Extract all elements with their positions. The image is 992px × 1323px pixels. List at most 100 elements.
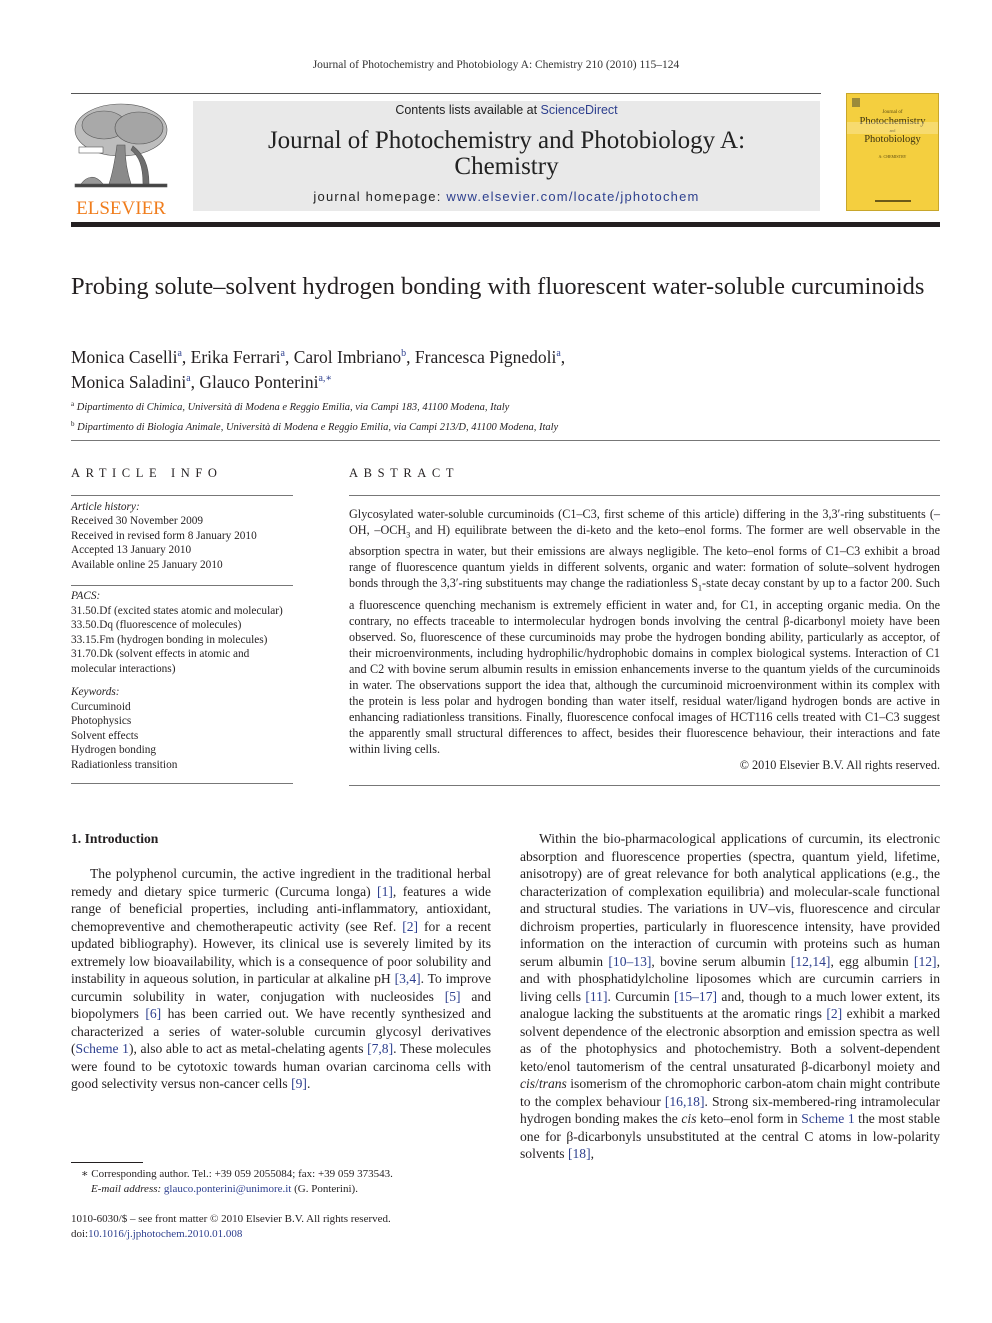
body-text: . Curcumin — [607, 988, 675, 1004]
cover-publisher-icon — [852, 98, 860, 107]
citation-link[interactable]: [12] — [914, 954, 937, 969]
citation-link[interactable]: [16,18] — [665, 1094, 705, 1109]
citation-link[interactable]: [2] — [826, 1006, 842, 1021]
elsevier-logo[interactable]: ELSEVIER — [69, 100, 173, 219]
journal-cover-image[interactable]: Journal of Photochemistry and Photobiolo… — [846, 93, 939, 211]
author[interactable]: Francesca Pignedolia — [415, 347, 561, 367]
keywords-list: Keywords: Curcuminoid Photophysics Solve… — [71, 685, 293, 772]
homepage-link[interactable]: www.elsevier.com/locate/jphotochem — [446, 189, 699, 204]
affiliations: a Dipartimento di Chimica, Università di… — [71, 396, 931, 436]
article-info-heading: ARTICLE INFO — [71, 466, 223, 480]
body-text: keto–enol form in — [696, 1111, 802, 1126]
citation-link[interactable]: Scheme 1 — [801, 1111, 854, 1126]
affiliation-text: Dipartimento di Biologia Animale, Univer… — [77, 422, 559, 433]
author-name: Carol Imbriano — [293, 347, 402, 367]
citation-link[interactable]: [9] — [291, 1076, 307, 1091]
citation-link[interactable]: [2] — [402, 919, 418, 934]
body-text: Within the bio-pharmacological applicati… — [520, 831, 940, 969]
body-column-left: 1. Introduction The polyphenol curcumin,… — [71, 830, 491, 1093]
pacs-item: 31.50.Df (excited states atomic and mole… — [71, 604, 283, 617]
masthead-rule — [71, 222, 940, 227]
affiliation: b Dipartimento di Biologia Animale, Univ… — [71, 416, 931, 436]
elsevier-tree-icon — [74, 103, 168, 188]
keyword: Hydrogen bonding — [71, 744, 157, 756]
affiliation-mark: b — [71, 420, 75, 428]
email-link[interactable]: glauco.ponterini@unimore.it — [164, 1183, 291, 1195]
section-heading-introduction: 1. Introduction — [71, 831, 159, 846]
keyword: Photophysics — [71, 715, 132, 727]
body-text: ), also able to act as metal-chelating a… — [128, 1041, 368, 1056]
pacs-item: 31.70.Dk (solvent effects in atomic and … — [71, 648, 250, 675]
article-info: ARTICLE INFO Article history: Received 3… — [71, 466, 293, 784]
doi-link[interactable]: 10.1016/j.jphotochem.2010.01.008 — [88, 1228, 242, 1240]
pacs-title: PACS: — [71, 590, 101, 602]
info-rule — [71, 585, 293, 586]
italic-text: trans — [538, 1076, 567, 1091]
body-text: , egg albumin — [830, 953, 914, 969]
abstract-rule — [349, 495, 940, 496]
separator: , — [284, 347, 294, 367]
body-text: , — [590, 1146, 595, 1161]
keywords-title: Keywords: — [71, 686, 120, 698]
author[interactable]: Carol Imbrianob — [294, 347, 406, 367]
citation-link[interactable]: [3,4] — [395, 971, 421, 986]
body-text: , bovine serum albumin — [651, 953, 791, 969]
email-label: E-mail address: — [91, 1183, 162, 1195]
info-rule — [71, 783, 293, 784]
citation-link[interactable]: [7,8] — [367, 1041, 393, 1056]
abstract-text: Glycosylated water-soluble curcuminoids … — [349, 506, 940, 757]
author-list: Monica Casellia, Erika Ferraria, Carol I… — [71, 343, 931, 393]
author[interactable]: Glauco Ponterinia,∗ — [199, 372, 332, 392]
contents-prefix: Contents lists available at — [395, 103, 541, 117]
history-title: Article history: — [71, 500, 140, 513]
corresponding-text: Corresponding author. Tel.: +39 059 2055… — [88, 1168, 393, 1180]
author-name: Francesca Pignedoli — [414, 347, 557, 367]
author[interactable]: Monica Saladinia — [71, 372, 191, 392]
article-title: Probing solute–solvent hydrogen bonding … — [71, 273, 925, 300]
citation-link[interactable]: [5] — [445, 989, 461, 1004]
affiliation: a Dipartimento di Chimica, Università di… — [71, 396, 931, 416]
author-name: Monica Saladini — [71, 372, 187, 392]
author[interactable]: Erika Ferraria — [191, 347, 285, 367]
citation-link[interactable]: Scheme 1 — [76, 1041, 129, 1056]
intro-paragraph: The polyphenol curcumin, the active ingr… — [71, 865, 491, 1093]
citation-link[interactable]: [18] — [568, 1146, 591, 1161]
journal-banner: Contents lists available at ScienceDirec… — [193, 101, 820, 211]
body-text: . — [306, 1076, 311, 1091]
abstract: ABSTRACT Glycosylated water-soluble curc… — [349, 466, 940, 786]
separator: , — [560, 347, 566, 367]
citation-link[interactable]: [12,14] — [791, 954, 831, 969]
affiliation-mark[interactable]: a,∗ — [318, 373, 332, 384]
keyword: Solvent effects — [71, 729, 139, 742]
history-item: Available online 25 January 2010 — [71, 558, 223, 571]
contents-line: Contents lists available at ScienceDirec… — [193, 103, 820, 117]
cover-footer-bar — [875, 200, 911, 202]
author-name: Monica Caselli — [71, 347, 178, 367]
journal-title: Journal of Photochemistry and Photobiolo… — [193, 128, 820, 180]
abstract-text-part: -state decay constant by up to a factor … — [349, 576, 941, 756]
email-suffix: (G. Ponterini). — [291, 1183, 358, 1195]
journal-title-line1: Journal of Photochemistry and Photobiolo… — [267, 127, 746, 154]
author[interactable]: Monica Casellia — [71, 347, 182, 367]
affiliation-mark: a — [71, 400, 75, 408]
sciencedirect-link[interactable]: ScienceDirect — [541, 103, 618, 117]
citation-link[interactable]: [10–13] — [608, 954, 651, 969]
author-name: Erika Ferrari — [190, 347, 281, 367]
info-rule — [71, 494, 293, 496]
italic-text: cis — [681, 1111, 697, 1126]
homepage-prefix: journal homepage: — [313, 189, 447, 204]
intro-paragraph: Within the bio-pharmacological applicati… — [520, 830, 940, 1163]
footnote-rule — [71, 1162, 143, 1163]
history-item: Received in revised form 8 January 2010 — [71, 529, 257, 542]
citation-link[interactable]: [1] — [377, 884, 393, 899]
keyword: Curcuminoid — [71, 700, 131, 713]
citation-link[interactable]: [15–17] — [674, 989, 717, 1004]
citation-link[interactable]: [6] — [145, 1006, 161, 1021]
issn-line: 1010-6030/$ – see front matter © 2010 El… — [71, 1213, 391, 1225]
cover-band — [847, 122, 938, 134]
journal-title-line2: Chemistry — [454, 153, 559, 180]
pacs-item: 33.15.Fm (hydrogen bonding in molecules) — [71, 633, 268, 646]
header-rule — [71, 93, 821, 94]
abstract-copyright: © 2010 Elsevier B.V. All rights reserved… — [739, 757, 940, 772]
citation-link[interactable]: [11] — [585, 989, 607, 1004]
